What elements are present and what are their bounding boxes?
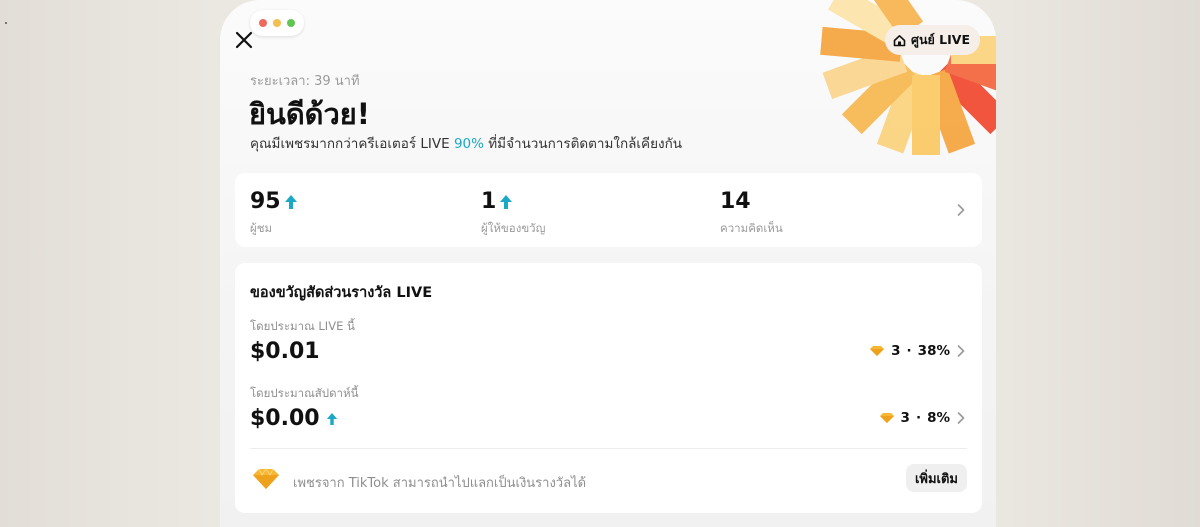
close-button[interactable]	[234, 30, 254, 50]
rewards-card: ของขวัญสัดส่วนรางวัล LIVE โดยประมาณ LIVE…	[235, 263, 982, 513]
this-week-amount: $0.00	[250, 406, 338, 431]
comments-value: 14	[720, 189, 751, 214]
comments-label: ความคิดเห็น	[720, 221, 783, 235]
rewards-title: ของขวัญสัดส่วนรางวัล LIVE	[250, 285, 433, 301]
minimize-dot[interactable]	[273, 19, 281, 27]
learn-more-button[interactable]: เพิ่มเติม	[905, 464, 967, 492]
this-live-amount-value: $0.01	[250, 339, 320, 364]
stat-viewers: 95 ผู้ชม	[250, 189, 298, 238]
viewers-label: ผู้ชม	[250, 221, 273, 235]
up-arrow-icon	[326, 412, 337, 425]
this-week-label: โดยประมาณสัปดาห์นี้	[250, 386, 359, 400]
subtitle-percent: 90%	[453, 136, 484, 152]
up-arrow-icon	[284, 194, 297, 209]
live-duration: ระยะเวลา: 39 นาที	[250, 74, 360, 89]
stats-card[interactable]: 95 ผู้ชม 1 ผู้ให้ของขวัญ 14 ความคิดเห็น	[235, 173, 982, 247]
page-title: ยินดีด้วย!	[249, 97, 370, 131]
this-live-label: โดยประมาณ LIVE นี้	[250, 319, 355, 333]
performance-subtitle: คุณมีเพชรมากกว่าครีเอเตอร์ LIVE 90% ที่ม…	[250, 132, 682, 154]
this-live-amount: $0.01	[250, 339, 320, 364]
home-icon	[893, 34, 906, 46]
close-dot[interactable]	[259, 19, 267, 27]
diamond-icon	[870, 346, 885, 356]
this-week-diamonds: 3	[900, 410, 910, 426]
stat-gifters: 1 ผู้ให้ของขวัญ	[481, 189, 545, 238]
diamonds-info-text: เพชรจาก TikTok สามารถนำไปแลกเป็นเงินรางว…	[293, 476, 587, 491]
chevron-right-icon	[957, 412, 965, 424]
this-live-separator: ·	[906, 343, 912, 359]
divider	[250, 448, 967, 449]
window-controls	[250, 10, 304, 36]
this-week-diamonds-row[interactable]: 3 · 8%	[879, 410, 966, 426]
viewers-value: 95	[250, 189, 281, 214]
celebration-burst	[820, 0, 996, 155]
this-live-percent: 38%	[917, 343, 950, 359]
diamond-icon	[879, 413, 894, 423]
diamond-icon	[253, 468, 279, 489]
this-live-diamonds-row[interactable]: 3 · 38%	[869, 343, 966, 359]
dust-speck	[5, 22, 7, 24]
this-week-separator: ·	[915, 410, 922, 426]
close-icon	[235, 31, 253, 49]
live-summary-panel: ศูนย์ LIVE ระยะเวลา: 39 นาที ยินดีด้วย! …	[220, 0, 996, 527]
subtitle-prefix: คุณมีเพชรมากกว่าครีเอเตอร์ LIVE	[250, 136, 454, 152]
subtitle-suffix: ที่มีจำนวนการติดตามใกล้เคียงกัน	[483, 136, 682, 152]
chevron-right-icon	[957, 204, 965, 216]
up-arrow-icon	[500, 194, 513, 209]
gifters-label: ผู้ให้ของขวัญ	[481, 221, 546, 235]
maximize-dot[interactable]	[287, 19, 295, 27]
this-live-diamonds: 3	[891, 343, 901, 359]
gifters-value: 1	[481, 189, 497, 214]
this-week-amount-value: $0.00	[250, 406, 320, 431]
live-center-label: ศูนย์ LIVE	[911, 32, 970, 47]
stat-comments: 14 ความคิดเห็น	[720, 189, 783, 238]
live-center-button[interactable]: ศูนย์ LIVE	[885, 25, 980, 55]
this-week-percent: 8%	[927, 410, 950, 426]
chevron-right-icon	[957, 345, 965, 357]
